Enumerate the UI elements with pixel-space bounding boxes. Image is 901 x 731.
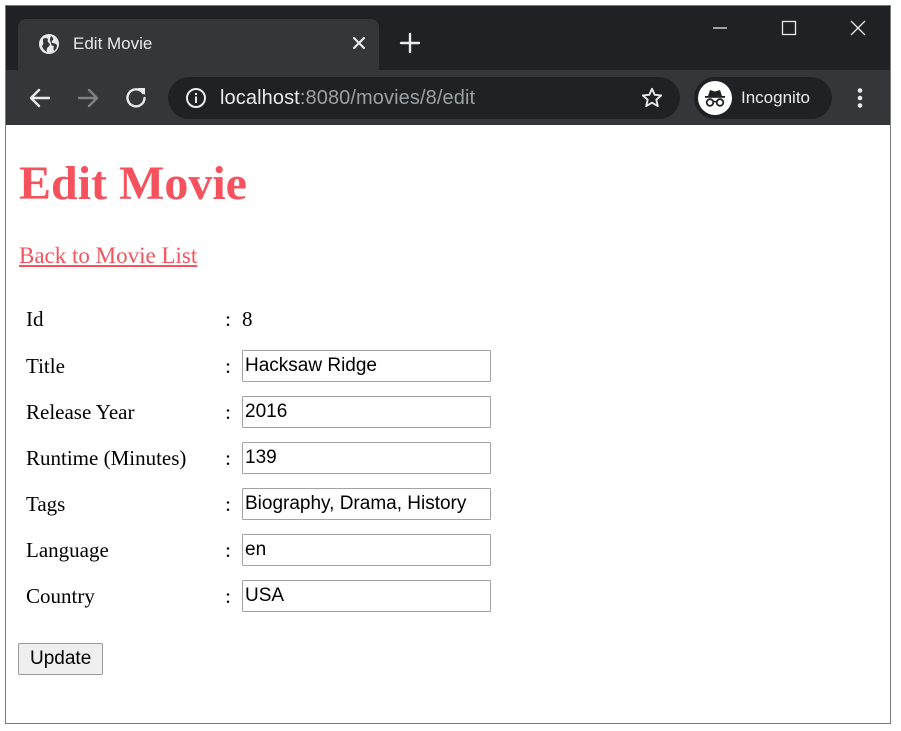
close-window-icon[interactable] [824,6,890,50]
field-cell [237,481,496,527]
form-row-country: Country : [21,573,496,619]
language-input[interactable] [242,534,491,566]
tab-strip: Edit Movie [6,6,890,70]
new-tab-plus-icon[interactable] [397,30,423,56]
field-cell [237,343,496,389]
tags-input[interactable] [242,488,491,520]
country-input[interactable] [242,580,491,612]
field-label: Title [26,353,65,378]
field-label: Id [26,307,44,331]
field-separator: : [225,583,231,608]
field-cell [237,527,496,573]
form-row-language: Language : [21,527,496,573]
back-to-movie-list-link[interactable]: Back to Movie List [19,243,197,269]
form-row-release-year: Release Year : [21,389,496,435]
field-separator: : [225,399,231,424]
form-row-tags: Tags : [21,481,496,527]
field-cell [237,573,496,619]
runtime-input[interactable] [242,442,491,474]
incognito-label: Incognito [741,88,810,107]
browser-toolbar: localhost:8080/movies/8/edit Incognito [6,70,890,125]
incognito-profile-button[interactable]: Incognito [694,77,832,119]
field-separator: : [225,353,231,378]
form-row-title: Title : [21,343,496,389]
field-separator: : [225,537,231,562]
field-label: Runtime (Minutes) [26,445,187,470]
update-button[interactable]: Update [18,643,104,675]
form-row-runtime: Runtime (Minutes) : [21,435,496,481]
back-arrow-icon[interactable] [26,84,54,112]
globe-icon [38,33,60,55]
tab-edit-movie[interactable]: Edit Movie [18,19,379,70]
page-content: Edit Movie Back to Movie List Id : 8 Tit… [6,125,890,723]
form-row-id: Id : 8 [21,296,496,343]
address-path: :8080/movies/8/edit [299,87,476,109]
release-year-input[interactable] [242,396,491,428]
forward-arrow-icon[interactable] [74,84,102,112]
maximize-window-icon[interactable] [755,6,823,50]
browser-window: Edit Movie localhost:8080/movies/8/edit … [5,5,891,724]
field-cell [237,389,496,435]
field-label: Release Year [26,399,135,424]
address-url[interactable]: localhost:8080/movies/8/edit [220,87,475,110]
bookmark-star-icon[interactable] [640,86,664,110]
close-tab-icon[interactable] [348,32,370,54]
field-cell [237,435,496,481]
field-separator: : [225,445,231,470]
tab-title: Edit Movie [73,34,153,53]
id-value: 8 [242,307,253,331]
title-input[interactable] [242,350,491,382]
movie-edit-form: Id : 8 Title : Release Year : Runtime (M… [19,296,498,619]
address-bar[interactable]: localhost:8080/movies/8/edit [168,77,680,119]
page-title: Edit Movie [19,157,247,210]
minimize-window-icon[interactable] [686,6,754,50]
incognito-icon [698,81,732,115]
field-separator: : [225,307,231,331]
address-host: localhost [220,87,300,109]
field-separator: : [225,491,231,516]
info-icon[interactable] [185,87,207,109]
field-label: Tags [26,491,66,516]
field-label: Language [26,537,109,562]
reload-icon[interactable] [122,84,150,112]
field-label: Country [26,583,95,608]
kebab-menu-icon[interactable] [846,84,874,112]
